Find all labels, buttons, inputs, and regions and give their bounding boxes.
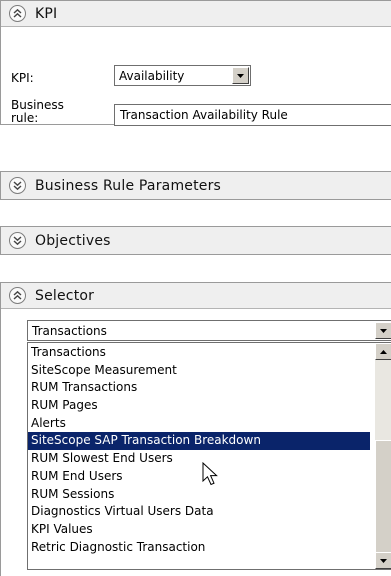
list-option[interactable]: Retric Diagnostic Transaction <box>28 539 370 557</box>
list-option[interactable]: RUM End Users <box>28 468 370 486</box>
mouse-pointer-icon <box>202 462 218 486</box>
kpi-select-value: Availability <box>119 68 185 83</box>
business-rule-parameters-header[interactable]: Business Rule Parameters <box>1 172 391 199</box>
list-option[interactable]: RUM Pages <box>28 397 370 415</box>
business-rule-field[interactable]: Transaction Availability Rule <box>114 104 391 126</box>
list-option[interactable]: Alerts <box>28 415 370 433</box>
kpi-select[interactable]: Availability <box>114 65 251 86</box>
list-option[interactable]: RUM Sessions <box>28 486 370 504</box>
list-option[interactable]: SiteScope Measurement <box>28 362 370 380</box>
selector-combo-value: Transactions <box>32 323 107 338</box>
scrollbar-thumb[interactable] <box>375 440 391 553</box>
objectives-panel: Objectives <box>0 226 391 255</box>
expand-toggle-icon[interactable] <box>9 177 26 194</box>
business-rule-label-line2: rule: <box>11 111 39 125</box>
list-option[interactable]: KPI Values <box>28 521 370 539</box>
selector-options: Transactions SiteScope Measurement RUM Tra… <box>28 344 370 556</box>
kpi-panel: KPI KPI: Availability Business rule: Tra… <box>0 0 391 126</box>
kpi-panel-title: KPI <box>35 5 58 22</box>
collapse-toggle-icon[interactable] <box>9 287 26 304</box>
dropdown-arrow-icon[interactable] <box>232 67 249 84</box>
vertical-scrollbar[interactable] <box>375 343 391 569</box>
objectives-header[interactable]: Objectives <box>1 227 391 254</box>
list-option[interactable]: RUM Transactions <box>28 379 370 397</box>
list-option[interactable]: Transactions <box>28 344 370 362</box>
list-option[interactable]: Diagnostics Virtual Users Data <box>28 503 370 521</box>
selector-panel: Selector Transactions Transactions SiteSc… <box>0 282 391 576</box>
objectives-title: Objectives <box>35 232 111 249</box>
selector-header[interactable]: Selector <box>1 283 391 309</box>
kpi-panel-header[interactable]: KPI <box>1 1 391 27</box>
selector-title: Selector <box>35 287 95 304</box>
collapse-toggle-icon[interactable] <box>9 5 26 22</box>
list-option[interactable]: SiteScope SAP Transaction Breakdown <box>28 432 370 451</box>
business-rule-parameters-panel: Business Rule Parameters <box>0 171 391 200</box>
business-rule-value: Transaction Availability Rule <box>120 108 288 122</box>
business-rule-label: Business rule: <box>11 99 64 125</box>
list-option[interactable]: RUM Slowest End Users <box>28 450 370 468</box>
expand-toggle-icon[interactable] <box>9 232 26 249</box>
business-rule-parameters-title: Business Rule Parameters <box>35 177 222 194</box>
selector-dropdown-list[interactable]: Transactions SiteScope Measurement RUM Tra… <box>27 342 391 570</box>
scroll-down-icon[interactable] <box>375 552 391 569</box>
business-rule-label-line1: Business <box>11 98 64 112</box>
scroll-up-icon[interactable] <box>375 343 391 360</box>
dropdown-arrow-icon[interactable] <box>375 322 391 339</box>
kpi-label: KPI: <box>11 71 34 85</box>
selector-combo[interactable]: Transactions <box>27 320 391 341</box>
